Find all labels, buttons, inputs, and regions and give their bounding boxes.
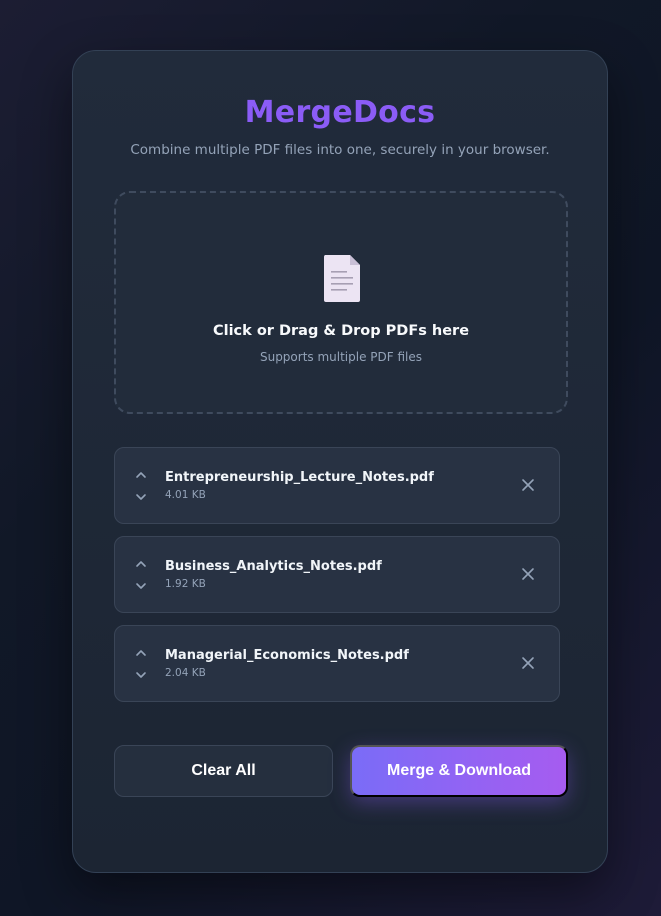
file-list: Entrepreneurship_Lecture_Notes.pdf 4.01 … [114,447,560,714]
file-name: Managerial_Economics_Notes.pdf [165,648,409,663]
app-subtitle: Combine multiple PDF files into one, sec… [130,142,550,158]
merge-card: MergeDocs Combine multiple PDF files int… [72,50,608,873]
chevron-down-icon[interactable] [133,579,149,593]
file-size: 4.01 KB [165,489,206,501]
reorder-controls [133,646,149,684]
clear-all-button[interactable]: Clear All [114,745,333,797]
file-item: Managerial_Economics_Notes.pdf 2.04 KB [114,625,560,702]
file-item: Business_Analytics_Notes.pdf 1.92 KB [114,536,560,613]
file-name: Entrepreneurship_Lecture_Notes.pdf [165,470,434,485]
chevron-up-icon[interactable] [133,646,149,660]
reorder-controls [133,557,149,595]
close-icon[interactable] [521,656,535,670]
file-item: Entrepreneurship_Lecture_Notes.pdf 4.01 … [114,447,560,524]
chevron-up-icon[interactable] [133,468,149,482]
close-icon[interactable] [521,478,535,492]
reorder-controls [133,468,149,506]
merge-download-button[interactable]: Merge & Download [350,745,568,797]
document-icon [323,255,360,302]
app-title: MergeDocs [244,95,436,130]
file-size: 1.92 KB [165,578,206,590]
pdf-dropzone[interactable]: Click or Drag & Drop PDFs here Supports … [114,191,568,414]
chevron-down-icon[interactable] [133,668,149,682]
chevron-up-icon[interactable] [133,557,149,571]
chevron-down-icon[interactable] [133,490,149,504]
close-icon[interactable] [521,567,535,581]
file-name: Business_Analytics_Notes.pdf [165,559,382,574]
file-size: 2.04 KB [165,667,206,679]
dropzone-title: Click or Drag & Drop PDFs here [212,323,470,339]
dropzone-subtitle: Supports multiple PDF files [259,350,423,364]
